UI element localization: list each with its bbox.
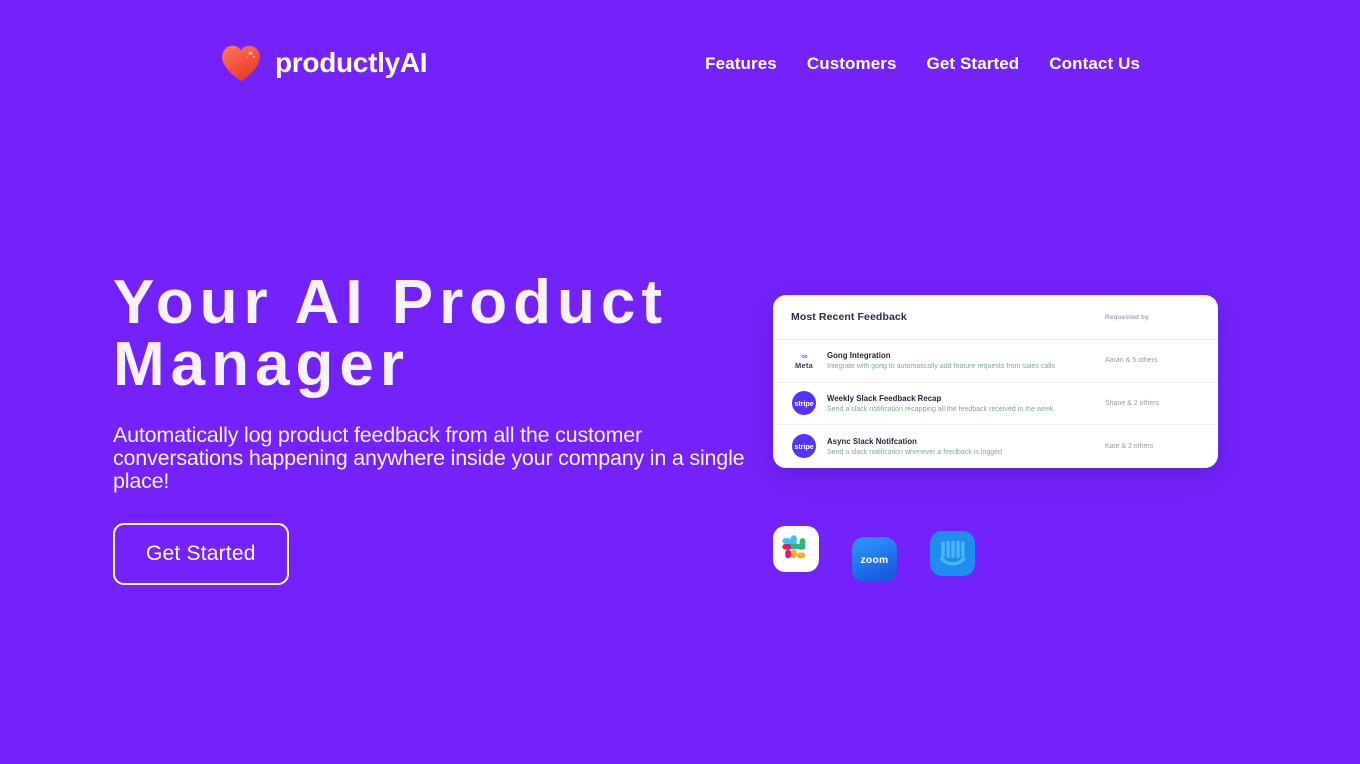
feedback-row-title: Weekly Slack Feedback Recap (827, 393, 942, 403)
intercom-icon (930, 531, 975, 576)
meta-infinity-icon: ∞ (801, 351, 808, 361)
meta-logo-text: Meta (795, 361, 813, 370)
nav-link-customers[interactable]: Customers (792, 54, 912, 74)
feedback-row-requested-by: Aaran & 5 others (1105, 357, 1158, 365)
slack-icon (773, 526, 819, 572)
nav-link-features[interactable]: Features (690, 54, 792, 74)
feedback-row-description: Send a slack notification whenever a fee… (827, 448, 1003, 456)
page-title: Your AI Product Manager (113, 268, 668, 399)
zoom-icon: zoom (852, 537, 897, 582)
nav-link-contact-us[interactable]: Contact Us (1034, 54, 1155, 74)
stripe-logo-text: stripe (792, 434, 816, 459)
integration-logos: zoom (773, 526, 975, 582)
feedback-row-requested-by: Shane & 2 others (1105, 399, 1160, 407)
feedback-row-title: Gong Integration (827, 351, 891, 361)
feedback-row-body: Weekly Slack Feedback Recap Send a slack… (817, 394, 1105, 413)
table-row[interactable]: ∞ Meta Gong Integration Integrate with g… (773, 340, 1218, 383)
feedback-row-body: Async Slack Notifcation Send a slack not… (817, 437, 1105, 456)
feedback-card-title: Most Recent Feedback (791, 311, 907, 323)
feedback-row-description: Send a slack notification recapping all … (827, 405, 1054, 413)
meta-logo-icon: ∞ Meta (791, 352, 817, 370)
hero-subheadline: Automatically log product feedback from … (113, 423, 745, 493)
stripe-logo-icon: stripe (791, 434, 817, 459)
svg-text:zoom: zoom (860, 555, 888, 566)
heart-icon (222, 45, 260, 81)
brand-name: productlyAI (275, 47, 428, 78)
column-header-requested-by: Requested by (1105, 313, 1149, 321)
brand-logo[interactable]: productlyAI (218, 40, 428, 86)
table-row[interactable]: stripe Async Slack Notifcation Send a sl… (773, 425, 1218, 468)
table-row[interactable]: stripe Weekly Slack Feedback Recap Send … (773, 383, 1218, 425)
get-started-button[interactable]: Get Started (113, 523, 289, 586)
feedback-row-requested-by: Kate & 2 others (1105, 442, 1154, 450)
feedback-card-header: Most Recent Feedback Requested by (773, 295, 1218, 340)
site-header: productlyAI Features Customers Get Start… (0, 0, 1360, 132)
feedback-row-title: Async Slack Notifcation (827, 436, 917, 446)
stripe-logo-text: stripe (792, 391, 816, 416)
nav-link-get-started[interactable]: Get Started (912, 54, 1035, 74)
stripe-logo-icon: stripe (791, 391, 817, 416)
main-navigation: Features Customers Get Started Contact U… (690, 54, 1155, 74)
feedback-row-description: Integrate with gong to automatically add… (827, 363, 1055, 371)
integration-intercom[interactable] (930, 531, 975, 576)
feedback-row-body: Gong Integration Integrate with gong to … (817, 351, 1105, 370)
integration-zoom[interactable]: zoom (852, 537, 897, 582)
feedback-card: Most Recent Feedback Requested by ∞ Meta… (773, 295, 1218, 468)
integration-slack[interactable] (773, 526, 819, 572)
hero-content: Your AI Product Manager Automatically lo… (113, 268, 773, 586)
